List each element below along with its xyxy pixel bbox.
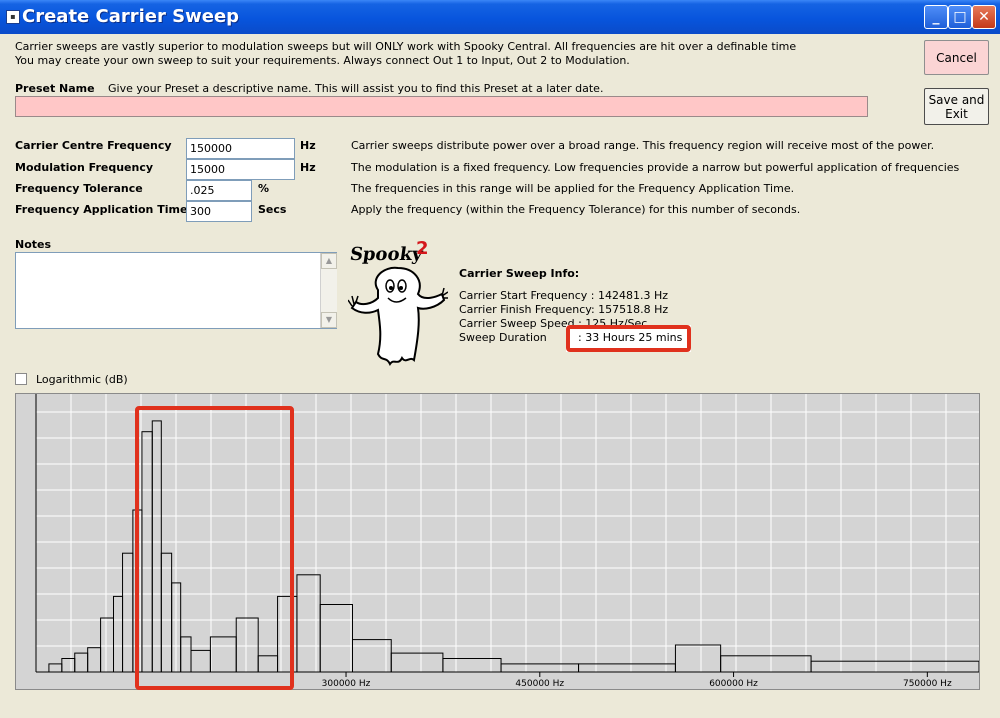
carrier-finish-frequency: Carrier Finish Frequency: 157518.8 Hz — [459, 303, 669, 316]
spooky-logo: Spooky 2 — [348, 238, 448, 378]
minimize-button[interactable]: _ — [924, 5, 948, 29]
save-and-exit-button[interactable]: Save and Exit — [924, 88, 989, 125]
maximize-button[interactable]: □ — [948, 5, 972, 29]
save-button-line-1: Save and — [928, 92, 985, 107]
histogram-bar — [390, 652, 444, 673]
modulation-frequency-unit: Hz — [300, 161, 316, 174]
logarithmic-checkbox[interactable] — [15, 373, 27, 385]
x-tick-label: 750000 Hz — [903, 679, 952, 689]
histogram-bar — [113, 595, 124, 673]
notes-scrollbar[interactable]: ▲ ▼ — [320, 253, 337, 328]
preset-name-input[interactable] — [15, 96, 868, 117]
histogram-bar — [578, 663, 676, 673]
histogram-bar — [720, 655, 812, 673]
modulation-frequency-input[interactable]: 15000 — [186, 159, 295, 180]
histogram-bar — [74, 652, 89, 673]
intro-line-1: Carrier sweeps are vastly superior to mo… — [15, 40, 797, 53]
x-tick-label: 600000 Hz — [709, 679, 758, 689]
carrier-centre-frequency-input[interactable]: 150000 — [186, 138, 295, 159]
histogram-bar — [122, 552, 134, 673]
logarithmic-label: Logarithmic (dB) — [36, 373, 128, 386]
intro-line-2: You may create your own sweep to suit yo… — [15, 54, 630, 67]
carrier-centre-frequency-label: Carrier Centre Frequency — [15, 139, 172, 152]
histogram-bar — [61, 658, 76, 673]
logo-superscript: 2 — [416, 238, 429, 259]
histogram-bar — [87, 647, 102, 673]
frequency-tolerance-description: The frequencies in this range will be ap… — [351, 182, 795, 195]
close-button[interactable]: ✕ — [972, 5, 996, 29]
frequency-application-time-description: Apply the frequency (within the Frequenc… — [351, 203, 801, 216]
x-tick-label: 300000 Hz — [322, 679, 371, 689]
frequency-application-time-input[interactable]: 300 — [186, 201, 252, 222]
window-title: Create Carrier Sweep — [22, 6, 240, 27]
notes-textarea[interactable] — [15, 252, 337, 329]
duration-highlight-box — [566, 325, 691, 352]
carrier-start-frequency: Carrier Start Frequency : 142481.3 Hz — [459, 289, 669, 302]
histogram-bar — [810, 660, 980, 673]
frequency-tolerance-label: Frequency Tolerance — [15, 182, 143, 195]
dialog-window: ▪ Create Carrier Sweep _ □ ✕ Carrier swe… — [0, 0, 1000, 718]
app-icon: ▪ — [6, 10, 20, 24]
sweep-duration-label: Sweep Duration — [459, 331, 547, 344]
preset-name-label: Preset Name — [15, 82, 95, 95]
histogram-bar — [442, 658, 502, 673]
frequency-tolerance-unit: % — [258, 182, 270, 195]
title-bar[interactable]: ▪ Create Carrier Sweep _ □ ✕ — [0, 0, 1000, 34]
histogram-bar — [296, 574, 321, 673]
frequency-application-time-label: Frequency Application Time — [15, 203, 188, 216]
histogram-bar — [674, 644, 722, 673]
histogram-bar — [100, 617, 115, 673]
carrier-centre-frequency-description: Carrier sweeps distribute power over a b… — [351, 139, 935, 152]
notes-label: Notes — [15, 238, 52, 251]
frequency-application-time-unit: Secs — [258, 203, 287, 216]
histogram-bar — [351, 639, 392, 673]
preset-name-hint: Give your Preset a descriptive name. Thi… — [108, 82, 604, 95]
modulation-frequency-description: The modulation is a fixed frequency. Low… — [351, 161, 960, 174]
chart-highlight-box — [135, 406, 294, 690]
cancel-button[interactable]: Cancel — [924, 40, 989, 75]
histogram-bar — [48, 663, 63, 673]
scroll-up-icon[interactable]: ▲ — [321, 253, 337, 269]
modulation-frequency-label: Modulation Frequency — [15, 161, 154, 174]
x-tick-label: 450000 Hz — [515, 679, 564, 689]
frequency-tolerance-input[interactable]: .025 — [186, 180, 252, 201]
sweep-info-heading: Carrier Sweep Info: — [459, 267, 580, 280]
histogram-bar — [500, 663, 580, 673]
carrier-centre-frequency-unit: Hz — [300, 139, 316, 152]
logo-text: Spooky — [348, 244, 425, 265]
histogram-bar — [319, 604, 353, 673]
save-button-line-2: Exit — [945, 106, 968, 121]
scroll-down-icon[interactable]: ▼ — [321, 312, 337, 328]
